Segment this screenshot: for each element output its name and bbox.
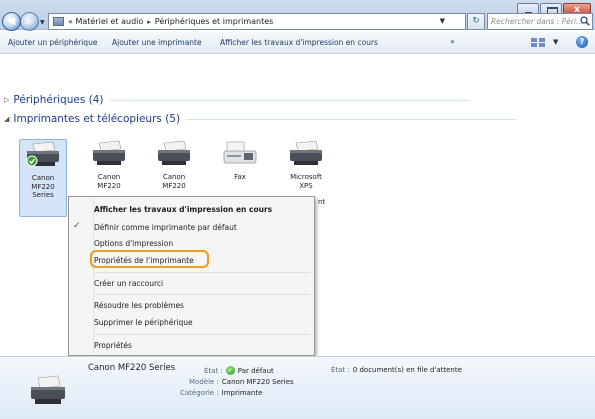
details-queue-key: État : bbox=[331, 366, 350, 374]
collapse-triangle-icon[interactable]: ◢ bbox=[4, 115, 9, 123]
printer-label: Canon MF220 bbox=[85, 173, 133, 190]
details-pane: Canon MF220 Series État : ✓ Par défaut M… bbox=[0, 356, 595, 419]
group-devices[interactable]: ▷ Périphériques (4) bbox=[4, 94, 470, 106]
group-divider bbox=[109, 99, 470, 101]
refresh-button[interactable]: ↻ bbox=[467, 13, 485, 30]
help-icon[interactable]: ? bbox=[576, 36, 588, 48]
menu-item-troubleshoot[interactable]: Résoudre les problèmes bbox=[94, 301, 184, 310]
printer-icon bbox=[158, 140, 190, 165]
printer-label-line: Canon bbox=[97, 173, 121, 181]
menu-separator bbox=[94, 272, 311, 273]
fax-label-line: Fax bbox=[234, 173, 246, 181]
details-device-name: Canon MF220 Series bbox=[88, 363, 176, 373]
printer-icon bbox=[31, 375, 65, 404]
expand-triangle-icon[interactable]: ▷ bbox=[4, 96, 9, 104]
details-state-key: État : bbox=[204, 366, 223, 375]
control-panel-icon bbox=[53, 17, 64, 26]
checkmark-icon: ✓ bbox=[73, 221, 81, 231]
printer-label-line: MF220 bbox=[31, 182, 55, 191]
menu-item-properties[interactable]: Propriétés bbox=[94, 341, 132, 350]
details-model-value: Canon MF220 Series bbox=[221, 378, 294, 386]
address-dropdown-icon[interactable]: ▼ bbox=[440, 17, 445, 25]
group-divider bbox=[186, 118, 517, 120]
view-print-jobs-button[interactable]: Afficher les travaux d'impression en cou… bbox=[220, 38, 378, 47]
printer-label-line: Microsoft bbox=[290, 173, 322, 181]
printer-icon bbox=[290, 140, 322, 165]
details-model-key: Modèle : bbox=[189, 378, 219, 386]
printer-icon bbox=[93, 140, 125, 165]
forward-button[interactable]: ▶ bbox=[20, 12, 39, 31]
group-devices-label: Périphériques (4) bbox=[13, 94, 104, 106]
group-printers[interactable]: ◢ Imprimantes et télécopieurs (5) bbox=[4, 113, 517, 125]
printer-item[interactable]: Microsoft XPS bbox=[282, 139, 330, 190]
group-printers-label: Imprimantes et télécopieurs (5) bbox=[13, 113, 181, 125]
add-device-button[interactable]: Ajouter un périphérique bbox=[8, 38, 97, 47]
recent-pages-dropdown[interactable]: ▼ bbox=[40, 19, 45, 26]
add-printer-button[interactable]: Ajouter une imprimante bbox=[112, 38, 202, 47]
fax-item[interactable]: Fax bbox=[216, 139, 264, 182]
printer-icon bbox=[26, 141, 59, 167]
search-input[interactable]: Rechercher dans : Péri... bbox=[487, 13, 593, 30]
breadcrumb-separator-icon[interactable]: ▸ bbox=[147, 18, 151, 26]
default-check-icon: ✓ bbox=[225, 366, 235, 375]
highlight-annotation bbox=[90, 250, 209, 268]
address-bar[interactable]: « Matériel et audio ▸ Périphériques et i… bbox=[48, 13, 466, 30]
forward-arrow-icon: ▶ bbox=[25, 16, 34, 27]
details-queue-value: 0 document(s) en file d'attente bbox=[352, 366, 462, 374]
printer-label: Canon MF220 Series bbox=[20, 174, 66, 200]
details-category-row: Catégorie : Imprimante bbox=[180, 389, 262, 397]
back-button[interactable]: ◀ bbox=[2, 12, 21, 31]
breadcrumb-devices-printers[interactable]: Périphériques et imprimantes bbox=[155, 17, 274, 26]
view-dropdown-icon[interactable]: ▼ bbox=[553, 38, 558, 46]
menu-item-view-print-jobs[interactable]: Afficher les travaux d'impression en cou… bbox=[94, 205, 272, 214]
breadcrumb-hardware-sound[interactable]: « Matériel et audio bbox=[68, 17, 143, 26]
back-arrow-icon: ◀ bbox=[7, 16, 16, 27]
details-queue-row: État : 0 document(s) en file d'attente bbox=[331, 366, 462, 374]
printer-label-line: MF220 bbox=[97, 181, 121, 190]
context-menu bbox=[68, 196, 315, 356]
printer-label-peek: nt bbox=[318, 198, 326, 206]
command-toolbar: Ajouter un périphérique Ajouter une impr… bbox=[0, 32, 595, 54]
search-placeholder: Rechercher dans : Péri... bbox=[491, 17, 584, 26]
printer-label-line: MF220 bbox=[162, 181, 186, 190]
toolbar-more-button[interactable]: » bbox=[450, 37, 455, 46]
printer-label-line: Series bbox=[32, 191, 54, 199]
view-options-icon[interactable] bbox=[530, 37, 548, 48]
fax-label: Fax bbox=[216, 173, 264, 182]
details-category-value: Imprimante bbox=[221, 389, 263, 397]
details-category-key: Catégorie : bbox=[180, 389, 219, 397]
address-row: ◀ ▶ ▼ « Matériel et audio ▸ Périphérique… bbox=[0, 12, 595, 32]
printer-item[interactable]: Canon MF220 bbox=[85, 139, 133, 190]
menu-separator bbox=[94, 294, 311, 295]
printer-label: Canon MF220 bbox=[150, 173, 198, 190]
printer-label-line: Canon bbox=[162, 173, 186, 181]
details-state-row: État : ✓ Par défaut bbox=[204, 366, 274, 375]
menu-item-print-options[interactable]: Options d'impression bbox=[94, 239, 173, 248]
menu-item-create-shortcut[interactable]: Créer un raccourci bbox=[94, 279, 163, 288]
printer-label-line: Canon bbox=[31, 174, 55, 182]
menu-separator bbox=[94, 334, 311, 335]
details-model-row: Modèle : Canon MF220 Series bbox=[189, 378, 294, 386]
printer-label: Microsoft XPS bbox=[282, 173, 330, 190]
fax-icon bbox=[223, 141, 257, 164]
printer-item[interactable]: Canon MF220 Series bbox=[19, 139, 67, 217]
refresh-icon: ↻ bbox=[472, 16, 480, 26]
details-state-value: Par défaut bbox=[237, 366, 274, 375]
printer-label-line: XPS bbox=[299, 181, 313, 190]
menu-item-set-default[interactable]: Définir comme imprimante par défaut bbox=[94, 223, 237, 232]
menu-item-remove-device[interactable]: Supprimer le périphérique bbox=[94, 318, 193, 327]
search-icon[interactable] bbox=[580, 16, 590, 26]
printer-item[interactable]: Canon MF220 bbox=[150, 139, 198, 190]
